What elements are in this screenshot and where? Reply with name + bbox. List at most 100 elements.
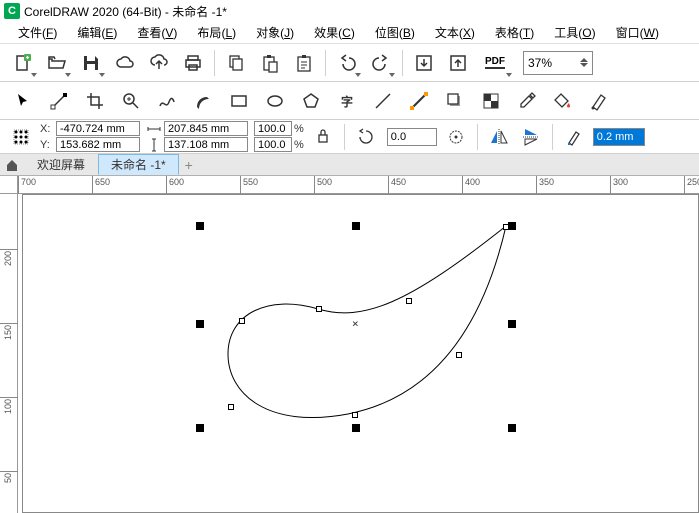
selection-handle-w[interactable] xyxy=(196,320,204,328)
menu-objects[interactable]: 对象(J) xyxy=(246,21,304,44)
menu-tools[interactable]: 工具(O) xyxy=(544,21,605,44)
zoom-input[interactable] xyxy=(528,56,572,70)
menu-window[interactable]: 窗口(W) xyxy=(606,21,669,44)
tab-add-button[interactable]: + xyxy=(179,155,199,175)
artistic-media-tool[interactable] xyxy=(188,86,218,116)
selection-handle-n[interactable] xyxy=(352,222,360,230)
curve-node[interactable] xyxy=(503,224,509,230)
ruler-corner[interactable] xyxy=(0,176,18,194)
position-group: X: Y: xyxy=(40,121,140,152)
open-button[interactable] xyxy=(42,48,72,78)
menu-effects[interactable]: 效果(C) xyxy=(304,21,365,44)
percent-label-2: % xyxy=(294,139,304,151)
cloud-upload-button[interactable] xyxy=(144,48,174,78)
menu-text[interactable]: 文本(X) xyxy=(425,21,485,44)
zoom-level-input[interactable] xyxy=(523,51,593,75)
menu-view[interactable]: 查看(V) xyxy=(127,21,187,44)
svg-text:字: 字 xyxy=(341,94,353,109)
freehand-tool[interactable] xyxy=(152,86,182,116)
outline-pen-tool[interactable] xyxy=(584,86,614,116)
height-input[interactable] xyxy=(164,137,248,152)
drop-shadow-tool[interactable] xyxy=(440,86,470,116)
selection-handle-se[interactable] xyxy=(508,424,516,432)
x-position-input[interactable] xyxy=(56,121,140,136)
scale-group: % % xyxy=(254,121,304,152)
canvas-area: 700650600550500450400350300250 200150100… xyxy=(0,176,699,513)
selection-handle-ne[interactable] xyxy=(508,222,516,230)
line-tool[interactable] xyxy=(368,86,398,116)
width-input[interactable] xyxy=(164,121,248,136)
curve-node[interactable] xyxy=(228,404,234,410)
menu-bitmaps[interactable]: 位图(B) xyxy=(365,21,425,44)
x-label: X: xyxy=(40,123,54,135)
app-logo-icon: C xyxy=(4,3,20,19)
pick-tool[interactable] xyxy=(8,86,38,116)
size-group xyxy=(146,121,248,152)
new-doc-button[interactable] xyxy=(8,48,38,78)
transparency-tool[interactable] xyxy=(476,86,506,116)
y-label: Y: xyxy=(40,139,54,151)
mirror-h-button[interactable] xyxy=(486,124,512,150)
redo-button[interactable] xyxy=(366,48,396,78)
tab-home-icon[interactable] xyxy=(2,155,22,175)
export-button[interactable] xyxy=(443,48,473,78)
import-button[interactable] xyxy=(409,48,439,78)
outline-width-input[interactable] xyxy=(593,128,645,146)
lock-ratio-button[interactable] xyxy=(310,124,336,150)
rectangle-tool[interactable] xyxy=(224,86,254,116)
print-button[interactable] xyxy=(178,48,208,78)
zoom-tool[interactable] xyxy=(116,86,146,116)
copy-button[interactable] xyxy=(221,48,251,78)
selection-handle-e[interactable] xyxy=(508,320,516,328)
selection-handle-sw[interactable] xyxy=(196,424,204,432)
ellipse-tool[interactable] xyxy=(260,86,290,116)
dimension-tool[interactable] xyxy=(404,86,434,116)
paste-button[interactable] xyxy=(255,48,285,78)
ruler-vertical[interactable]: 20015010050 xyxy=(0,194,18,513)
selection-handle-s[interactable] xyxy=(352,424,360,432)
text-tool[interactable]: 字 xyxy=(332,86,362,116)
menu-edit[interactable]: 编辑(E) xyxy=(67,21,127,44)
fill-tool[interactable] xyxy=(548,86,578,116)
eyedropper-tool[interactable] xyxy=(512,86,542,116)
outline-pen-icon[interactable] xyxy=(561,124,587,150)
menu-table[interactable]: 表格(T) xyxy=(485,21,544,44)
ruler-horizontal[interactable]: 700650600550500450400350300250 xyxy=(18,176,699,194)
selection-center-icon: × xyxy=(352,317,359,330)
width-icon xyxy=(146,122,162,136)
document-tabs: 欢迎屏幕 未命名 -1* + xyxy=(0,154,699,176)
height-icon xyxy=(146,138,162,152)
polygon-tool[interactable] xyxy=(296,86,326,116)
object-origin-button[interactable] xyxy=(8,124,34,150)
rotation-center-button[interactable] xyxy=(443,124,469,150)
menu-file[interactable]: 文件(F) xyxy=(8,21,67,44)
shape-tool[interactable] xyxy=(44,86,74,116)
cloud-button[interactable] xyxy=(110,48,140,78)
scale-y-input[interactable] xyxy=(254,137,292,152)
save-button[interactable] xyxy=(76,48,106,78)
window-title: CorelDRAW 2020 (64-Bit) - 未命名 -1* xyxy=(24,3,227,20)
curve-node[interactable] xyxy=(456,352,462,358)
toolbox-bar: 字 xyxy=(0,82,699,120)
curve-node[interactable] xyxy=(239,318,245,324)
scale-x-input[interactable] xyxy=(254,121,292,136)
canvas[interactable]: × xyxy=(18,194,699,513)
rotation-icon xyxy=(353,124,379,150)
tab-document[interactable]: 未命名 -1* xyxy=(98,154,179,175)
property-bar: X: Y: % % xyxy=(0,120,699,154)
mirror-v-button[interactable] xyxy=(518,124,544,150)
clipboard-button[interactable] xyxy=(289,48,319,78)
standard-toolbar: PDF xyxy=(0,44,699,82)
crop-tool[interactable] xyxy=(80,86,110,116)
y-position-input[interactable] xyxy=(56,137,140,152)
rotation-angle-input[interactable] xyxy=(387,128,437,146)
curve-node[interactable] xyxy=(352,412,358,418)
tab-welcome[interactable]: 欢迎屏幕 xyxy=(24,154,98,175)
curve-node[interactable] xyxy=(406,298,412,304)
curve-node[interactable] xyxy=(316,306,322,312)
menu-layout[interactable]: 布局(L) xyxy=(187,21,246,44)
pdf-export-button[interactable]: PDF xyxy=(477,48,513,78)
menu-bar: 文件(F) 编辑(E) 查看(V) 布局(L) 对象(J) 效果(C) 位图(B… xyxy=(0,22,699,44)
selection-handle-nw[interactable] xyxy=(196,222,204,230)
undo-button[interactable] xyxy=(332,48,362,78)
